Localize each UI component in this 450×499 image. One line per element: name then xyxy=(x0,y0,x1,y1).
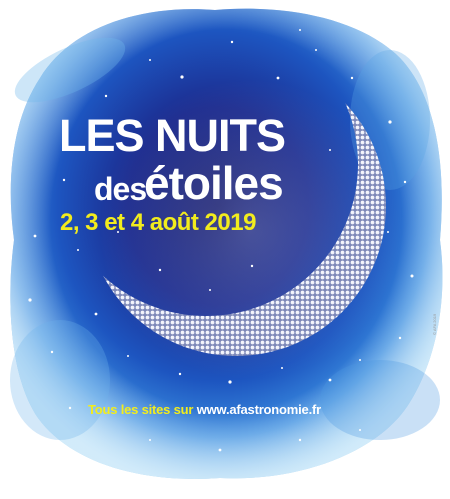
title-les-nuits: LES NUITS xyxy=(59,110,286,161)
footer-line: Tous les sites sur www.afastronomie.fr xyxy=(88,401,321,419)
poster: LES NUITS des étoiles 2, 3 et 4 août 201… xyxy=(0,0,450,499)
credit-text: © AFA 2019 xyxy=(432,313,437,335)
title-des: des xyxy=(94,171,147,207)
title-etoiles: étoiles xyxy=(144,157,284,209)
night-sky-background xyxy=(10,8,443,479)
event-dates: 2, 3 et 4 août 2019 xyxy=(60,209,256,236)
website-link[interactable]: www.afastronomie.fr xyxy=(197,402,321,417)
footer-lead: Tous les sites sur xyxy=(88,402,194,417)
